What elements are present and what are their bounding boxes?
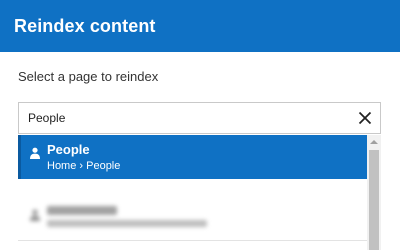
person-icon (29, 146, 41, 159)
result-title: People (47, 142, 90, 157)
scroll-up-arrow-icon[interactable] (367, 135, 381, 149)
selection-indicator (18, 135, 21, 179)
person-icon (29, 208, 41, 221)
search-results-list: People Home › People (18, 135, 381, 250)
result-item-people[interactable]: People Home › People (18, 135, 367, 179)
close-icon[interactable] (350, 103, 380, 133)
result-divider (18, 240, 367, 241)
scrollbar-thumb[interactable] (369, 150, 379, 250)
redacted-result-content (47, 204, 367, 235)
reindex-dialog: Reindex content Select a page to reindex… (0, 0, 400, 250)
page-select-label: Select a page to reindex (18, 69, 159, 84)
dialog-title: Reindex content (14, 15, 156, 36)
result-breadcrumb: Home › People (47, 160, 121, 172)
results-scrollbar[interactable] (367, 135, 381, 250)
dialog-header: Reindex content (0, 0, 400, 52)
page-search-input[interactable] (19, 102, 350, 134)
page-search-box (18, 102, 381, 134)
result-item-redacted[interactable] (18, 197, 367, 241)
